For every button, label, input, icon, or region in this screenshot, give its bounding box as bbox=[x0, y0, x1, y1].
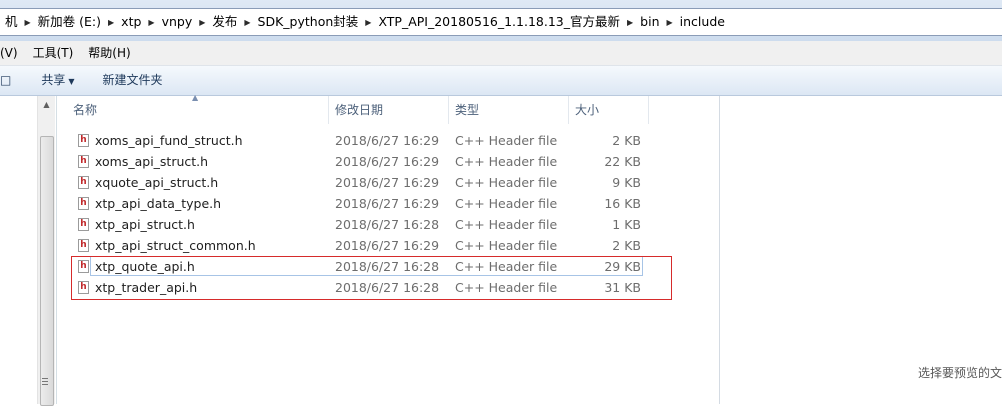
breadcrumb-xtp[interactable]: xtp bbox=[116, 10, 146, 34]
chevron-right-icon[interactable]: ▶ bbox=[146, 18, 156, 27]
file-row[interactable]: h xquote_api_struct.h 2018/6/27 16:29 C+… bbox=[57, 172, 720, 193]
breadcrumb-computer[interactable]: 机 bbox=[0, 10, 23, 34]
file-date: 2018/6/27 16:29 bbox=[335, 133, 440, 148]
breadcrumb-drive-e[interactable]: 新加卷 (E:) bbox=[33, 10, 106, 34]
file-row[interactable]: h xtp_api_data_type.h 2018/6/27 16:29 C+… bbox=[57, 193, 720, 214]
file-date: 2018/6/27 16:29 bbox=[335, 196, 440, 211]
file-type: C++ Header file bbox=[455, 175, 558, 190]
file-name: xquote_api_struct.h bbox=[95, 175, 219, 190]
dropdown-arrow-icon: ▼ bbox=[68, 76, 75, 86]
annotation-highlight-box bbox=[71, 256, 672, 300]
scrollbar-grip-icon bbox=[42, 378, 48, 386]
chevron-right-icon[interactable]: ▶ bbox=[665, 18, 675, 27]
chevron-right-icon[interactable]: ▶ bbox=[625, 18, 635, 27]
file-row[interactable]: h xtp_api_struct_common.h 2018/6/27 16:2… bbox=[57, 235, 720, 256]
column-date-modified[interactable]: 修改日期 bbox=[329, 96, 449, 124]
chevron-right-icon[interactable]: ▶ bbox=[106, 18, 116, 27]
new-folder-button[interactable]: 新建文件夹 bbox=[85, 67, 173, 94]
share-label: 共享 bbox=[41, 72, 66, 87]
chevron-right-icon[interactable]: ▶ bbox=[197, 18, 207, 27]
header-file-icon: h bbox=[78, 197, 89, 210]
address-bar[interactable]: 机 ▶ 新加卷 (E:) ▶ xtp ▶ vnpy ▶ 发布 ▶ SDK_pyt… bbox=[0, 8, 1002, 36]
preview-message: 选择要预览的文 bbox=[918, 366, 1002, 380]
file-size: 1 KB bbox=[612, 217, 641, 232]
file-row[interactable]: h xoms_api_fund_struct.h 2018/6/27 16:29… bbox=[57, 130, 720, 151]
file-name: xtp_api_data_type.h bbox=[95, 196, 222, 211]
breadcrumb-xtp-api[interactable]: XTP_API_20180516_1.1.18.13_官方最新 bbox=[373, 10, 625, 34]
header-file-icon: h bbox=[78, 155, 89, 168]
scrollbar-thumb[interactable] bbox=[40, 136, 54, 406]
navigation-pane[interactable]: ▲ bbox=[0, 96, 57, 406]
file-name: xtp_api_struct_common.h bbox=[95, 238, 256, 253]
column-name[interactable]: 名称 bbox=[67, 96, 329, 124]
header-file-icon: h bbox=[78, 218, 89, 231]
column-type[interactable]: 类型 bbox=[449, 96, 569, 124]
file-date: 2018/6/27 16:29 bbox=[335, 154, 440, 169]
file-type: C++ Header file bbox=[455, 238, 558, 253]
chevron-right-icon[interactable]: ▶ bbox=[23, 18, 33, 27]
file-size: 2 KB bbox=[612, 238, 641, 253]
menu-bar: (V) 工具(T) 帮助(H) bbox=[0, 41, 1002, 66]
file-size: 22 KB bbox=[604, 154, 641, 169]
address-bar-area: 机 ▶ 新加卷 (E:) ▶ xtp ▶ vnpy ▶ 发布 ▶ SDK_pyt… bbox=[0, 0, 1002, 41]
file-size: 9 KB bbox=[612, 175, 641, 190]
header-file-icon: h bbox=[78, 239, 89, 252]
column-header: ▲ 名称 修改日期 类型 大小 bbox=[57, 93, 720, 124]
share-button[interactable]: 共享 ▼ bbox=[31, 67, 84, 95]
menu-tools[interactable]: 工具(T) bbox=[26, 42, 82, 64]
organize-button[interactable]: □ bbox=[0, 67, 31, 94]
file-date: 2018/6/27 16:28 bbox=[335, 217, 440, 232]
menu-help[interactable]: 帮助(H) bbox=[81, 42, 138, 64]
menu-view[interactable]: (V) bbox=[0, 42, 26, 64]
breadcrumb-vnpy[interactable]: vnpy bbox=[157, 10, 198, 34]
breadcrumb-include[interactable]: include bbox=[675, 10, 730, 34]
breadcrumb-bin[interactable]: bin bbox=[635, 10, 664, 34]
file-name: xoms_api_fund_struct.h bbox=[95, 133, 243, 148]
file-type: C++ Header file bbox=[455, 154, 558, 169]
command-toolbar: □ 共享 ▼ 新建文件夹 bbox=[0, 66, 1002, 96]
file-type: C++ Header file bbox=[455, 133, 558, 148]
file-name: xtp_api_struct.h bbox=[95, 217, 195, 232]
breadcrumb-release[interactable]: 发布 bbox=[207, 10, 242, 34]
column-size[interactable]: 大小 bbox=[569, 96, 649, 124]
scroll-up-icon[interactable]: ▲ bbox=[38, 96, 55, 113]
preview-pane: 选择要预览的文 bbox=[719, 96, 1002, 404]
organize-icon: □ bbox=[0, 73, 12, 87]
file-type: C++ Header file bbox=[455, 196, 558, 211]
file-date: 2018/6/27 16:29 bbox=[335, 175, 440, 190]
file-date: 2018/6/27 16:29 bbox=[335, 238, 440, 253]
file-name: xoms_api_struct.h bbox=[95, 154, 209, 169]
breadcrumb-sdk-python[interactable]: SDK_python封装 bbox=[253, 10, 364, 34]
file-row[interactable]: h xoms_api_struct.h 2018/6/27 16:29 C++ … bbox=[57, 151, 720, 172]
file-size: 2 KB bbox=[612, 133, 641, 148]
file-type: C++ Header file bbox=[455, 217, 558, 232]
header-file-icon: h bbox=[78, 134, 89, 147]
navigation-scrollbar[interactable]: ▲ bbox=[37, 96, 55, 406]
header-file-icon: h bbox=[78, 176, 89, 189]
file-size: 16 KB bbox=[604, 196, 641, 211]
chevron-right-icon[interactable]: ▶ bbox=[242, 18, 252, 27]
chevron-right-icon[interactable]: ▶ bbox=[363, 18, 373, 27]
file-row[interactable]: h xtp_api_struct.h 2018/6/27 16:28 C++ H… bbox=[57, 214, 720, 235]
